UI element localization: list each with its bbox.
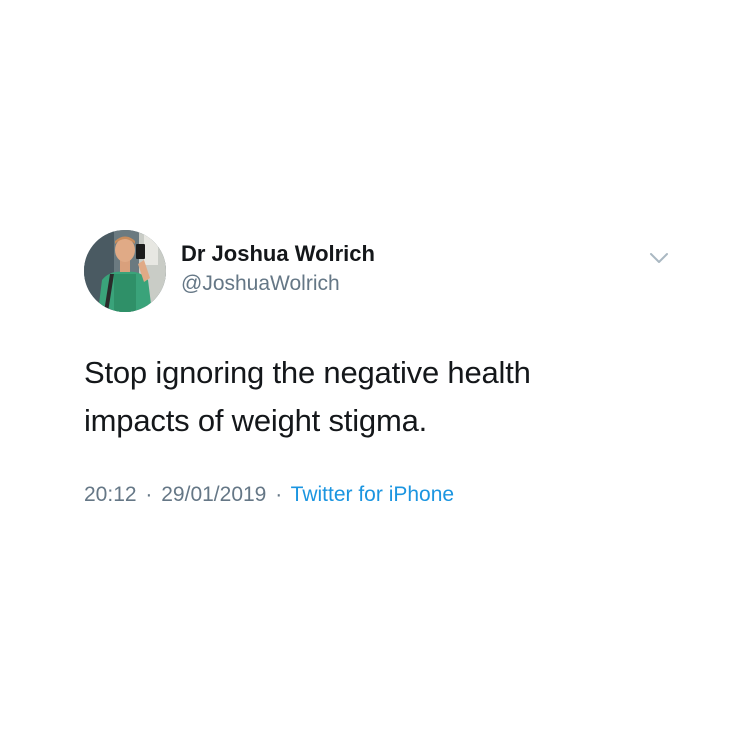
tweet-text: Stop ignoring the negative health impact…	[84, 349, 644, 445]
tweet-text-line: Stop ignoring the negative health	[84, 355, 531, 390]
author-handle[interactable]: @JoshuaWolrich	[181, 271, 340, 297]
tweet-card: Dr Joshua Wolrich @JoshuaWolrich Stop ig…	[0, 0, 750, 750]
author-name[interactable]: Dr Joshua Wolrich	[181, 241, 375, 267]
avatar-photo	[84, 230, 166, 312]
meta-separator: ·	[275, 483, 283, 506]
tweet-time[interactable]: 20:12	[84, 483, 137, 506]
chevron-down-icon[interactable]	[646, 248, 672, 268]
tweet-meta: 20:12 · 29/01/2019 · Twitter for iPhone	[84, 481, 454, 509]
tweet-date[interactable]: 29/01/2019	[161, 483, 266, 506]
avatar[interactable]	[84, 230, 166, 312]
tweet-source-link[interactable]: Twitter for iPhone	[291, 483, 454, 506]
meta-separator: ·	[145, 483, 153, 506]
tweet-text-line: impacts of weight stigma.	[84, 403, 428, 438]
